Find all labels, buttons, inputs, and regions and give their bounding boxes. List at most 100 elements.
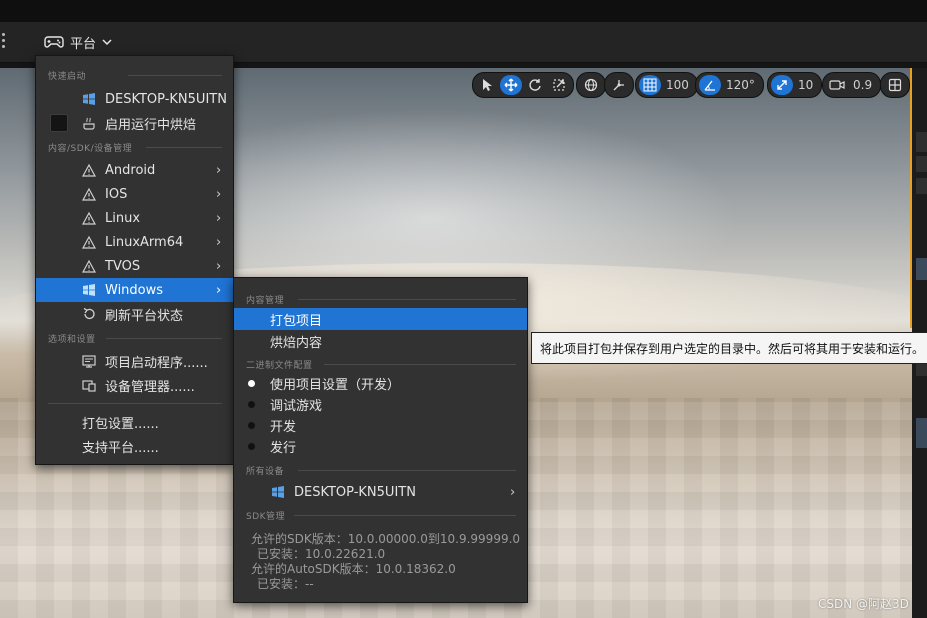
menu-item-supported-platforms[interactable]: 支持平台...... — [36, 434, 233, 458]
section-content-management: 内容管理 — [246, 296, 285, 306]
chevron-right-icon: › — [216, 186, 222, 202]
radio-item-development[interactable]: 开发 — [234, 415, 527, 436]
chevron-right-icon: › — [216, 234, 222, 250]
windows-submenu: 内容管理 打包项目 烘焙内容 二进制文件配置 使用项目设置（开发） 调试游戏 开… — [233, 277, 528, 603]
radio-unselected[interactable] — [248, 401, 255, 408]
surface-snapping-icon[interactable] — [608, 75, 630, 95]
menu-item-refresh-status[interactable]: 刷新平台状态 — [36, 302, 233, 326]
surface-snap-group — [604, 72, 634, 98]
menu-item-project-launcher[interactable]: 项目启动程序...... — [36, 349, 233, 373]
camera-speed-value[interactable]: 0.9 — [850, 78, 877, 92]
platforms-dropdown-button[interactable]: 平台 — [40, 30, 116, 54]
menu-item-label: DESKTOP-KN5UITN — [105, 91, 227, 107]
transform-tools-group — [472, 72, 574, 98]
menu-item-cook-content[interactable]: 烘焙内容 — [234, 330, 527, 352]
warning-icon — [81, 258, 97, 274]
menu-item-ios[interactable]: IOS › — [36, 182, 233, 206]
refresh-icon — [81, 306, 97, 322]
project-launcher-icon — [81, 353, 97, 369]
windows-logo-icon — [81, 282, 97, 298]
radio-item-debug-game[interactable]: 调试游戏 — [234, 394, 527, 415]
grid-snap-icon[interactable] — [639, 75, 661, 95]
scale-tool-icon[interactable] — [548, 75, 570, 95]
menu-item-label: LinuxArm64 — [105, 234, 184, 250]
layout-group — [880, 72, 910, 98]
chevron-right-icon: › — [216, 162, 222, 178]
section-divider — [146, 147, 222, 148]
menu-item-label: 刷新平台状态 — [105, 308, 184, 324]
cook-on-the-fly-checkbox[interactable] — [50, 114, 68, 132]
translate-tool-icon[interactable] — [500, 75, 522, 95]
rotation-snap-icon[interactable] — [699, 75, 721, 95]
menu-item-cook-on-the-fly[interactable]: 启用运行中烘焙 — [36, 111, 233, 135]
menu-item-android[interactable]: Android › — [36, 158, 233, 182]
menu-item-linuxarm64[interactable]: LinuxArm64 › — [36, 230, 233, 254]
grid-snap-value[interactable]: 100 — [663, 78, 694, 92]
menu-item-label: TVOS — [105, 258, 141, 274]
menu-item-label: 发行 — [270, 441, 297, 456]
menu-item-desktop-device[interactable]: DESKTOP-KN5UITN › — [234, 480, 527, 504]
menu-item-label: 打包项目 — [270, 313, 323, 329]
section-divider — [298, 470, 516, 471]
menu-item-label: Android — [105, 162, 156, 178]
radio-selected[interactable] — [248, 380, 255, 387]
menu-item-packaging-settings[interactable]: 打包设置...... — [36, 410, 233, 434]
rotation-snap-value[interactable]: 120° — [723, 78, 760, 92]
menu-item-label: 开发 — [270, 420, 297, 435]
rotate-tool-icon[interactable] — [524, 75, 546, 95]
more-options-icon[interactable] — [0, 30, 10, 54]
windows-logo-icon — [81, 91, 97, 107]
menu-item-device-manager[interactable]: 设备管理器...... — [36, 373, 233, 397]
menu-item-label: Windows — [105, 282, 164, 298]
menu-item-label: 烘焙内容 — [270, 335, 323, 351]
rotation-snap-group: 120° — [695, 72, 764, 98]
autosdk-installed-version: 已安装：-- — [257, 577, 314, 591]
menu-item-label: IOS — [105, 186, 128, 202]
radio-unselected[interactable] — [248, 422, 255, 429]
chevron-right-icon: › — [216, 282, 222, 298]
menu-item-label: 打包设置...... — [82, 416, 159, 432]
viewport-layout-icon[interactable] — [884, 75, 906, 95]
menu-item-label: Linux — [105, 210, 141, 226]
menu-item-package-project[interactable]: 打包项目 — [234, 308, 527, 330]
platforms-menu: 快速启动 DESKTOP-KN5UITN 启用运行中烘焙 内容/SDK/设备管理… — [35, 55, 234, 465]
section-divider — [324, 364, 516, 365]
menu-item-desktop-device[interactable]: DESKTOP-KN5UITN — [36, 87, 233, 111]
scale-snap-value[interactable]: 10 — [795, 78, 818, 92]
section-divider — [298, 299, 516, 300]
section-divider — [294, 515, 516, 516]
section-sdk-management: SDK管理 — [246, 512, 286, 522]
menu-item-windows[interactable]: Windows › — [36, 278, 233, 302]
warning-icon — [81, 162, 97, 178]
section-all-devices: 所有设备 — [246, 467, 285, 477]
radio-item-shipping[interactable]: 发行 — [234, 436, 527, 457]
menu-divider — [48, 403, 222, 404]
globe-icon[interactable] — [580, 75, 602, 95]
menu-item-tvos[interactable]: TVOS › — [36, 254, 233, 278]
steaming-pot-icon — [81, 115, 97, 131]
camera-speed-group: 0.9 — [822, 72, 882, 98]
radio-unselected[interactable] — [248, 443, 255, 450]
scale-snap-icon[interactable] — [771, 75, 793, 95]
scale-snap-group: 10 — [767, 72, 823, 98]
warning-icon — [81, 234, 97, 250]
menu-item-linux[interactable]: Linux › — [36, 206, 233, 230]
platforms-label: 平台 — [70, 36, 97, 52]
menu-item-label: 设备管理器...... — [105, 379, 195, 395]
gamepad-icon — [44, 34, 64, 50]
grid-snap-group: 100 — [635, 72, 698, 98]
windows-logo-icon — [270, 484, 286, 500]
menu-item-label: 使用项目设置（开发） — [270, 378, 401, 393]
radio-item-project-settings[interactable]: 使用项目设置（开发） — [234, 373, 527, 394]
chevron-down-icon — [102, 38, 112, 46]
watermark-text: CSDN @阿赵3D — [818, 597, 909, 611]
chevron-right-icon: › — [510, 484, 516, 500]
warning-icon — [81, 186, 97, 202]
select-tool-icon[interactable] — [476, 75, 498, 95]
section-divider — [128, 75, 222, 76]
chevron-right-icon: › — [216, 210, 222, 226]
chevron-right-icon: › — [216, 258, 222, 274]
section-content-sdk: 内容/SDK/设备管理 — [48, 144, 133, 154]
camera-icon[interactable] — [826, 75, 848, 95]
device-manager-icon — [81, 377, 97, 393]
